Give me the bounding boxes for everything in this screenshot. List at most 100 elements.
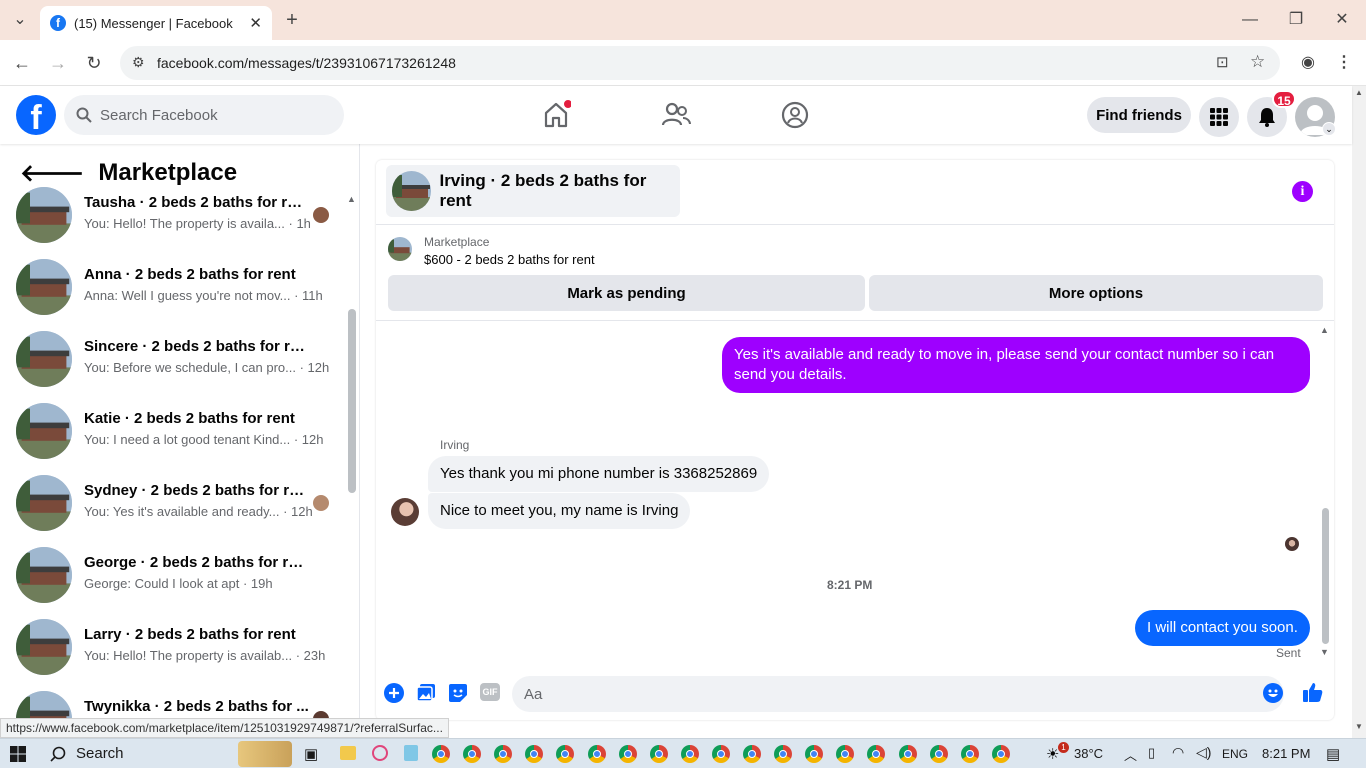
browser-tab[interactable]: f (15) Messenger | Facebook ✕ [40,6,272,40]
message-input[interactable]: Aa [512,676,1284,712]
marketplace-conversation-list: 🡐 Marketplace Tausha · 2 beds 2 baths fo… [0,144,360,724]
conversation-preview: You: Before we schedule, I can pro... · … [84,360,330,375]
conversation-preview: You: Yes it's available and ready... · 1… [84,504,313,519]
minimize-icon[interactable]: — [1240,10,1260,30]
chrome-taskbar-icon[interactable] [556,745,575,763]
reload-icon[interactable]: ↻ [84,53,104,73]
conversation-item[interactable]: Anna · 2 beds 2 baths for rent Anna: Well… [16,259,336,319]
chrome-taskbar-icon[interactable] [805,745,824,763]
address-bar[interactable]: ⚙ facebook.com/messages/t/23931067173261… [120,46,1280,80]
notepad-icon[interactable] [404,745,418,761]
search-highlight-image[interactable] [238,741,292,767]
chrome-taskbar-icon[interactable] [494,745,513,763]
outgoing-message[interactable]: Yes it's available and ready to move in,… [722,337,1310,393]
chrome-taskbar-icon[interactable] [680,745,699,763]
scroll-up-icon[interactable]: ▲ [347,194,356,204]
chrome-taskbar-icon[interactable] [898,745,917,763]
chrome-taskbar-icon[interactable] [711,745,730,763]
chrome-taskbar-icon[interactable] [836,745,855,763]
listing-price-title[interactable]: $600 - 2 beds 2 baths for rent [424,252,595,267]
conversation-item[interactable]: Sydney · 2 beds 2 baths for rent You: Yes… [16,475,336,535]
conversation-item[interactable]: Katie · 2 beds 2 baths for rent You: I ne… [16,403,336,463]
bell-icon [1259,108,1275,127]
facebook-logo-icon[interactable]: f [16,95,56,135]
close-tab-icon[interactable]: ✕ [249,14,262,32]
temperature[interactable]: 38°C [1074,746,1103,761]
conversation-list-scrollbar[interactable] [348,309,356,493]
gif-icon[interactable]: GIF [480,683,500,701]
sticker-icon[interactable] [448,683,468,703]
conversation-item[interactable]: Tausha · 2 beds 2 baths for rent You: Hel… [16,187,336,247]
taskbar-search-label[interactable]: Search [76,745,124,762]
more-options-button[interactable]: More options [869,275,1323,311]
windows-start-icon[interactable] [10,746,26,762]
search-facebook-input[interactable]: Search Facebook [64,95,344,135]
language-indicator[interactable]: ENG [1222,747,1248,761]
conversation-name: Sydney · 2 beds 2 baths for rent [84,482,309,499]
conversation-item[interactable]: Larry · 2 beds 2 baths for rent You: Hell… [16,619,336,679]
profile-icon[interactable]: ◉ [1298,53,1318,73]
chrome-taskbar-icon[interactable] [432,745,450,763]
clock[interactable]: 8:21 PM [1262,746,1310,761]
conversation-name: Anna · 2 beds 2 baths for rent [84,266,296,283]
chrome-taskbar-icon[interactable] [649,745,668,763]
site-info-icon[interactable]: ⚙ [132,54,145,71]
chrome-taskbar-icon[interactable] [960,745,979,763]
thumbs-up-icon[interactable] [1302,681,1324,703]
chrome-taskbar-icon[interactable] [743,745,761,763]
show-hidden-icons-icon[interactable]: ︿ [1124,745,1137,764]
home-icon[interactable] [541,100,571,130]
sender-name: Irving [440,438,470,452]
task-view-icon[interactable]: ▣ [304,745,318,763]
sender-avatar[interactable] [391,498,419,526]
conversation-item[interactable]: George · 2 beds 2 baths for rent George: … [16,547,336,607]
close-window-icon[interactable]: ✕ [1332,10,1352,30]
bookmark-star-icon[interactable]: ☆ [1250,52,1265,72]
chrome-taskbar-icon[interactable] [463,745,482,763]
conversation-info-icon[interactable]: i [1292,181,1313,202]
back-icon[interactable]: ← [12,53,32,73]
tab-search-icon[interactable]: ⌄ [10,10,30,30]
outgoing-message[interactable]: I will contact you soon. [1135,610,1310,646]
emoji-icon[interactable] [1263,683,1283,703]
chrome-taskbar-icon[interactable] [774,745,793,763]
new-tab-icon[interactable]: + [282,10,302,30]
find-friends-button[interactable]: Find friends [1087,97,1191,133]
friends-icon[interactable] [661,100,691,130]
install-app-icon[interactable]: ⊡ [1216,53,1229,71]
chrome-taskbar-icon[interactable] [867,745,886,763]
conversation-name: Katie · 2 beds 2 baths for rent [84,410,295,427]
plus-circle-icon[interactable] [384,683,404,703]
chrome-taskbar-icon[interactable] [525,745,544,763]
incoming-message[interactable]: Yes thank you mi phone number is 3368252… [428,456,770,492]
photo-icon[interactable] [416,683,436,703]
app-icon[interactable] [372,745,388,761]
chrome-taskbar-icon[interactable] [587,745,606,763]
menu-grid-button[interactable] [1199,97,1239,137]
scroll-up-icon[interactable]: ▲ [1320,325,1329,335]
restore-icon[interactable]: ❐ [1286,10,1306,30]
volume-icon[interactable]: ◁) [1196,744,1211,761]
scroll-up-icon[interactable]: ▲ [1355,88,1363,97]
back-arrow-icon[interactable]: 🡐 [20,158,84,188]
chrome-taskbar-icon[interactable] [618,745,637,763]
wifi-icon[interactable]: ◠ [1172,744,1184,761]
notification-center-icon[interactable]: ▤ [1326,745,1340,763]
file-explorer-icon[interactable] [340,746,356,760]
battery-icon[interactable]: ▯ [1148,745,1155,761]
incoming-message[interactable]: Nice to meet you, my name is Irving [428,493,691,529]
chat-scrollbar[interactable] [1322,508,1329,644]
mark-as-pending-button[interactable]: Mark as pending [388,275,865,311]
chat-header[interactable]: Irving · 2 beds 2 baths for rent [386,165,680,217]
page-scrollbar[interactable]: ▲ ▼ [1352,86,1366,738]
groups-icon[interactable] [780,100,810,130]
scroll-down-icon[interactable]: ▼ [1320,647,1329,657]
account-chevron-down-icon[interactable]: ⌄ [1322,122,1336,136]
forward-icon[interactable]: → [48,53,68,73]
conversation-item[interactable]: Sincere · 2 beds 2 baths for rent You: Be… [16,331,336,391]
chrome-taskbar-icon[interactable] [991,745,1010,763]
conversation-name: Sincere · 2 beds 2 baths for rent [84,338,309,355]
menu-icon[interactable]: ⋮ [1334,53,1354,73]
scroll-down-icon[interactable]: ▼ [1355,722,1363,731]
chrome-taskbar-icon[interactable] [929,745,948,763]
